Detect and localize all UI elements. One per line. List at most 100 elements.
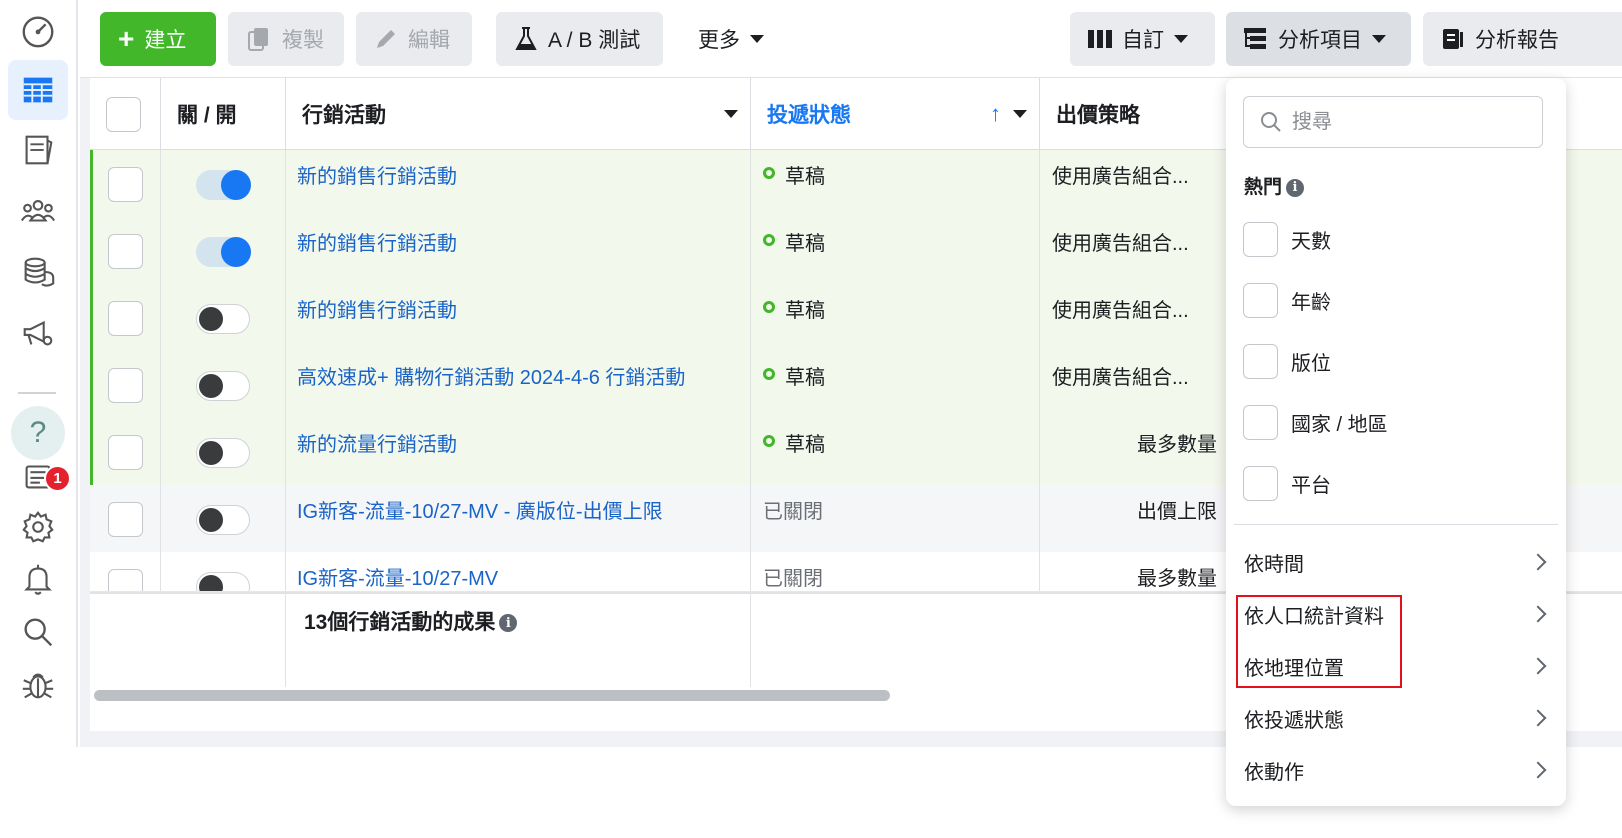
customize-columns-button[interactable]: 自訂 [1070, 12, 1215, 66]
status-text: 草稿 [785, 166, 825, 188]
settings-gear-icon[interactable] [8, 497, 68, 557]
row-toggle-cell [161, 284, 286, 352]
option-checkbox[interactable] [1243, 404, 1278, 440]
status-dot-icon [763, 234, 775, 246]
header-bid-strategy[interactable]: 出價策略 [1040, 78, 1230, 150]
ads-manager-megaphone-icon[interactable] [8, 303, 68, 363]
plus-icon: + [118, 23, 135, 54]
row-checkbox[interactable] [107, 167, 143, 202]
submenu-by-delivery[interactable]: 依投遞狀態 [1244, 698, 1550, 738]
campaign-toggle[interactable] [196, 438, 250, 468]
horizontal-scrollbar[interactable] [94, 690, 890, 701]
info-icon[interactable]: i [499, 614, 518, 633]
breakdown-button[interactable]: 分析項目 [1226, 12, 1411, 66]
campaign-toggle[interactable] [196, 170, 251, 200]
report-book-icon [1443, 29, 1463, 49]
chevron-down-icon [1372, 35, 1386, 43]
row-checkbox[interactable] [107, 502, 143, 537]
bid-strategy-cell: 使用廣告組合... [1040, 351, 1230, 419]
ab-test-button[interactable]: A / B 測試 [496, 12, 663, 66]
campaign-name-link[interactable]: 高效速成+ 購物行銷活動 2024-4-6 行銷活動 [286, 351, 751, 419]
status-text: 已關閉 [763, 568, 823, 590]
sort-ascending-arrow-icon[interactable]: ↑ [990, 101, 1001, 127]
row-checkbox[interactable] [107, 234, 143, 269]
toggle-knob [199, 307, 223, 331]
status-text: 草稿 [785, 434, 825, 456]
campaigns-table-icon[interactable] [8, 60, 68, 120]
search-icon[interactable] [8, 602, 68, 662]
delivery-status: 草稿 [751, 284, 1040, 352]
pages-icon[interactable] [8, 120, 68, 180]
rail-divider [18, 392, 56, 394]
notification-badge: 1 [44, 465, 71, 492]
chevron-right-icon [1529, 553, 1547, 571]
option-checkbox[interactable] [1243, 282, 1278, 318]
reports-button[interactable]: 分析報告 [1423, 12, 1622, 66]
breakdown-option-days[interactable]: 天數 [1243, 220, 1331, 258]
search-icon [1261, 112, 1281, 132]
row-select-cell [90, 284, 161, 352]
row-select-cell [90, 351, 161, 419]
chevron-down-icon[interactable] [1013, 110, 1027, 118]
bell-icon[interactable] [8, 549, 68, 609]
select-all-checkbox[interactable] [106, 96, 141, 132]
duplicate-button[interactable]: 複製 [228, 12, 344, 66]
pencil-icon [377, 30, 395, 48]
campaign-name-link[interactable]: 新的流量行銷活動 [286, 418, 751, 486]
header-campaign[interactable]: 行銷活動 [286, 78, 751, 150]
option-checkbox[interactable] [1243, 343, 1278, 379]
campaign-toggle[interactable] [196, 237, 251, 267]
customize-label: 自訂 [1122, 29, 1164, 52]
option-label: 版位 [1291, 352, 1331, 375]
header-on-off[interactable]: 關 / 開 [161, 78, 286, 150]
row-toggle-cell [161, 418, 286, 486]
campaign-name-link[interactable]: 新的銷售行銷活動 [286, 284, 751, 352]
option-checkbox[interactable] [1243, 465, 1278, 501]
header-on-off-label: 關 / 開 [177, 104, 237, 127]
campaign-name-link[interactable]: IG新客-流量-10/27-MV - 廣版位-出價上限 [286, 485, 751, 553]
duplicate-label: 複製 [282, 29, 324, 52]
option-checkbox[interactable] [1243, 221, 1278, 257]
option-label: 平台 [1291, 474, 1331, 497]
bid-strategy-cell: 使用廣告組合... [1040, 150, 1230, 218]
submenu-by-time[interactable]: 依時間 [1244, 542, 1550, 582]
breakdown-option-placement[interactable]: 版位 [1243, 342, 1331, 380]
breakdown-option-country[interactable]: 國家 / 地區 [1243, 403, 1388, 441]
row-checkbox[interactable] [107, 435, 143, 470]
chevron-right-icon [1529, 709, 1547, 727]
row-checkbox[interactable] [107, 569, 143, 591]
breakdown-search [1243, 96, 1543, 148]
header-delivery[interactable]: 投遞狀態 ↑ [751, 78, 1040, 150]
campaign-name-link[interactable]: IG新客-流量-10/27-MV [286, 552, 751, 591]
row-select-cell [90, 418, 161, 486]
row-checkbox[interactable] [107, 368, 143, 403]
campaign-toggle[interactable] [196, 371, 250, 401]
campaign-toggle[interactable] [196, 572, 250, 591]
campaign-name-link[interactable]: 新的銷售行銷活動 [286, 217, 751, 285]
select-all-cell [90, 78, 161, 150]
row-checkbox[interactable] [107, 301, 143, 336]
campaign-name-link[interactable]: 新的銷售行銷活動 [286, 150, 751, 218]
chevron-down-icon[interactable] [724, 110, 738, 118]
dashboard-icon[interactable] [8, 0, 68, 60]
edit-button[interactable]: 編輯 [356, 12, 472, 66]
row-select-cell [90, 217, 161, 285]
columns-icon [1088, 30, 1112, 48]
more-dropdown-button[interactable]: 更多 [680, 12, 788, 66]
audiences-icon[interactable] [8, 181, 68, 241]
delivery-status: 草稿 [751, 418, 1040, 486]
database-icon[interactable] [8, 242, 68, 302]
submenu-by-action[interactable]: 依動作 [1244, 750, 1550, 790]
left-nav-rail: ? 1 [0, 0, 78, 747]
create-label: 建立 [144, 29, 187, 52]
bug-report-icon[interactable] [8, 655, 68, 715]
info-icon[interactable]: i [1286, 178, 1305, 197]
campaign-toggle[interactable] [196, 304, 250, 334]
breakdown-search-input[interactable] [1292, 110, 1522, 134]
create-button[interactable]: + 建立 [100, 12, 216, 66]
campaign-toggle[interactable] [196, 505, 250, 535]
row-select-cell [90, 552, 161, 591]
row-select-cell [90, 485, 161, 553]
breakdown-option-age[interactable]: 年齡 [1243, 281, 1331, 319]
breakdown-option-platform[interactable]: 平台 [1243, 464, 1331, 502]
